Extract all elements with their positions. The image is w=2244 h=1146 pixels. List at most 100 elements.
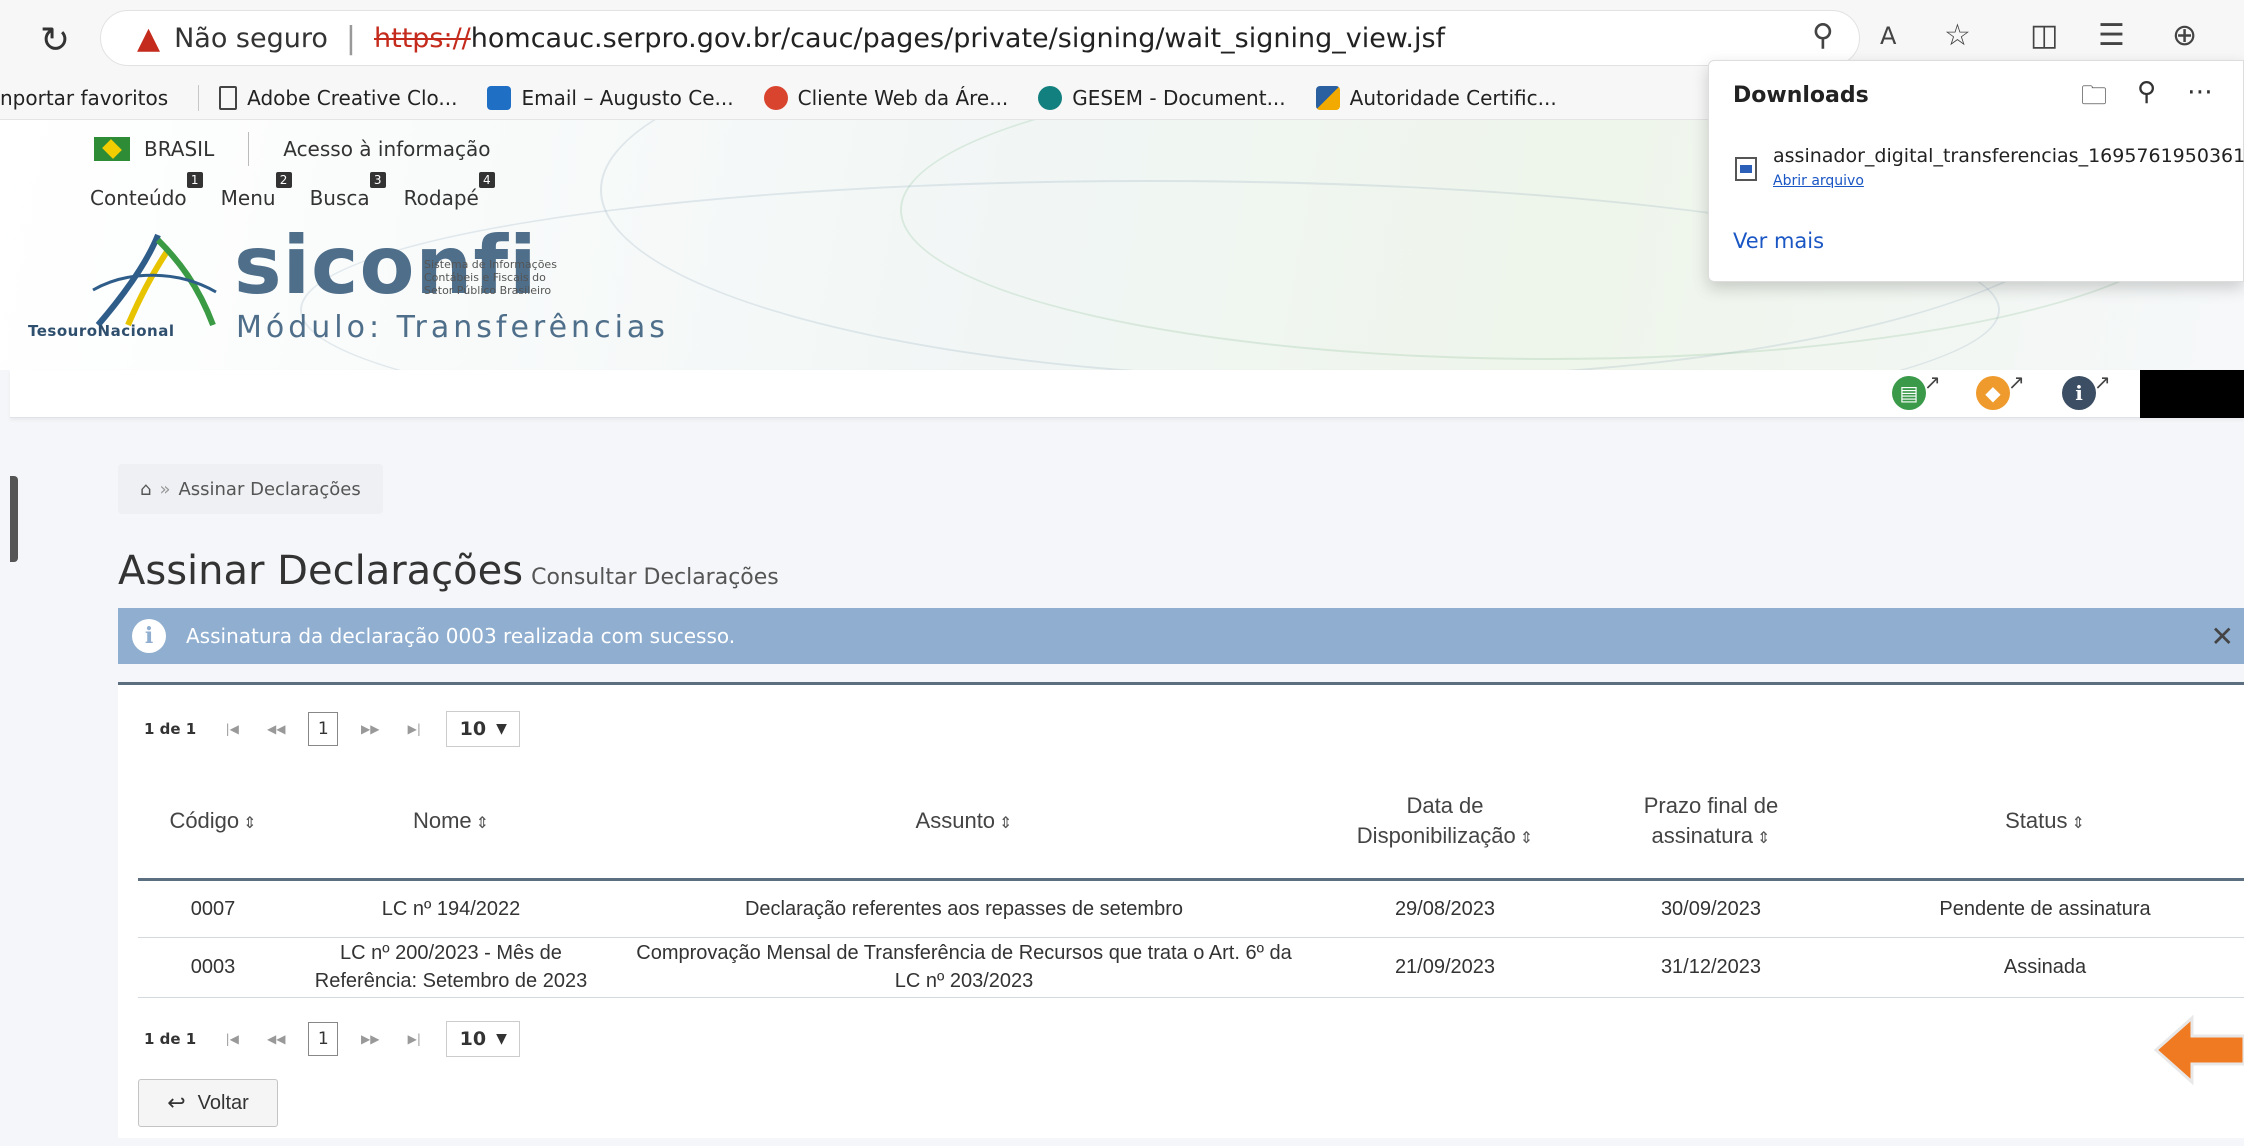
column-header-nome[interactable]: Nome ⇕ — [288, 767, 614, 881]
tesouro-nacional-label: TesouroNacional — [28, 322, 175, 340]
bookmark-autoridade[interactable]: Autoridade Certific... — [1315, 85, 1557, 110]
spreadsheet-link-icon[interactable]: ▤ — [1892, 376, 1926, 410]
url-separator: | — [345, 20, 356, 56]
bookmark-adobe[interactable]: Adobe Creative Clo... — [219, 85, 457, 110]
table-row[interactable]: 0007 LC nº 194/2022 Declaração referente… — [138, 879, 2244, 938]
bookmark-import-favorites[interactable]: nportar favoritos — [0, 86, 168, 110]
page-count: 1 de 1 — [144, 1030, 197, 1048]
bookmark-cliente-web[interactable]: Cliente Web da Áre... — [763, 85, 1008, 110]
info-icon: i — [132, 619, 166, 653]
collections-icon[interactable]: ⊕ — [2172, 18, 2197, 53]
side-menu-toggle[interactable] — [10, 476, 18, 562]
brazil-flag-icon — [94, 137, 130, 161]
cell-codigo: 0003 — [138, 937, 288, 998]
gem-link-icon[interactable]: ◆ — [1976, 376, 2010, 410]
search-icon[interactable]: ⚲ — [2137, 77, 2156, 107]
download-file-name[interactable]: assinador_digital_transferencias_1695761… — [1773, 145, 2244, 167]
sort-icon: ⇕ — [1519, 829, 1534, 847]
siconfi-subtitle: Sistema de Informações Contábeis e Fisca… — [424, 258, 557, 297]
reload-icon[interactable]: ↻ — [40, 20, 70, 61]
bookmark-separator — [198, 84, 200, 111]
column-header-data[interactable]: Data de Disponibilização ⇕ — [1314, 767, 1576, 881]
info-link-icon[interactable]: i — [2062, 376, 2096, 410]
sort-icon: ⇕ — [2071, 814, 2085, 832]
paginator-top: 1 de 1 |◀ ◀◀ 1 ▶▶ ▶| 10 ▼ — [144, 711, 521, 747]
module-title: Módulo: Transferências — [236, 310, 669, 345]
gov-separator — [248, 132, 250, 166]
first-page-icon[interactable]: |◀ — [214, 1024, 250, 1054]
access-link-menu[interactable]: Menu 2 — [221, 172, 292, 210]
read-aloud-icon[interactable]: A — [1880, 22, 1896, 50]
red-circle-icon — [763, 85, 788, 110]
open-file-link[interactable]: Abrir arquivo — [1773, 173, 1864, 189]
breadcrumb-current: Assinar Declarações — [178, 478, 361, 500]
cell-nome: LC nº 200/2023 - Mês de Referência: Sete… — [288, 937, 614, 998]
cell-status: Assinada — [1846, 937, 2244, 998]
accessibility-links: Conteúdo 1 Menu 2 Busca 3 Rodapé 4 — [90, 172, 513, 210]
site-nav-bar: ▤ ↗ ◆ ↗ i ↗ — [10, 370, 2244, 418]
highlight-arrow-icon — [2153, 1014, 2244, 1086]
table-header-row: Código ⇕ Nome ⇕ Assunto ⇕ Data de Disponibi… — [138, 767, 2244, 881]
url-field[interactable]: ▲ Não seguro | https:// homcauc.serpro.g… — [100, 10, 1860, 66]
current-page-button[interactable]: 1 — [308, 712, 339, 746]
paginator-bottom: 1 de 1 |◀ ◀◀ 1 ▶▶ ▶| 10 ▼ — [144, 1021, 521, 1057]
last-page-icon[interactable]: ▶| — [396, 1024, 432, 1054]
chevron-down-icon: ▼ — [496, 1031, 507, 1047]
redacted-area — [2140, 370, 2244, 418]
url-path: homcauc.serpro.gov.br/cauc/pages/private… — [470, 22, 1446, 54]
brasil-link[interactable]: BRASIL — [144, 137, 214, 161]
last-page-icon[interactable]: ▶| — [396, 714, 432, 744]
next-page-icon[interactable]: ▶▶ — [352, 714, 388, 744]
alert-message: Assinatura da declaração 0003 realizada … — [186, 624, 736, 648]
cell-nome: LC nº 194/2022 — [288, 879, 614, 938]
outlook-icon — [487, 85, 512, 110]
current-page-button[interactable]: 1 — [308, 1022, 339, 1056]
warning-icon: ▲ — [137, 20, 161, 56]
cell-prazo: 31/12/2023 — [1576, 937, 1846, 998]
prev-page-icon[interactable]: ◀◀ — [258, 714, 294, 744]
column-header-status[interactable]: Status ⇕ — [1846, 767, 2244, 881]
external-arrow-icon: ↗ — [2094, 370, 2111, 394]
see-more-link[interactable]: Ver mais — [1733, 229, 1824, 253]
column-header-codigo[interactable]: Código ⇕ — [138, 767, 288, 881]
home-icon[interactable]: ⌂ — [140, 479, 151, 500]
back-button[interactable]: ↩ Voltar — [138, 1079, 278, 1127]
folder-icon[interactable]: 🗀 — [2081, 77, 2107, 121]
close-icon[interactable]: ✕ — [2211, 620, 2234, 653]
cell-assunto: Comprovação Mensal de Transferência de R… — [614, 937, 1314, 998]
table-row[interactable]: 0003 LC nº 200/2023 - Mês de Referência:… — [138, 937, 2244, 998]
column-header-prazo[interactable]: Prazo final de assinatura ⇕ — [1576, 767, 1846, 881]
split-screen-icon[interactable]: ◫ — [2030, 18, 2058, 53]
page-subtitle: Consultar Declarações — [531, 565, 779, 590]
first-page-icon[interactable]: |◀ — [214, 714, 250, 744]
more-options-icon[interactable]: ⋯ — [2187, 77, 2213, 107]
downloads-title: Downloads — [1733, 83, 1869, 108]
zoom-icon[interactable]: ⚲ — [1812, 18, 1834, 53]
next-page-icon[interactable]: ▶▶ — [352, 1024, 388, 1054]
page-size-select[interactable]: 10 ▼ — [446, 711, 521, 747]
downloads-popup: Downloads 🗀 ⚲ ⋯ assinador_digital_transf… — [1708, 60, 2244, 282]
bookmark-gesem[interactable]: GESEM - Document... — [1038, 85, 1286, 110]
success-alert: i Assinatura da declaração 0003 realizad… — [118, 608, 2244, 664]
access-link-busca[interactable]: Busca 3 — [310, 172, 386, 210]
access-link-conteudo[interactable]: Conteúdo 1 — [90, 172, 203, 210]
bookmark-email[interactable]: Email – Augusto Ce... — [487, 85, 734, 110]
column-header-assunto[interactable]: Assunto ⇕ — [614, 767, 1314, 881]
breadcrumb-separator: » — [159, 478, 171, 500]
page-size-select[interactable]: 10 ▼ — [446, 1021, 521, 1057]
tesouro-logo-icon — [92, 233, 217, 327]
favorite-star-icon[interactable]: ☆ — [1944, 18, 1971, 53]
page-title: Assinar Declarações Consultar Declarações — [118, 548, 779, 594]
sort-icon: ⇕ — [475, 814, 490, 832]
prev-page-icon[interactable]: ◀◀ — [258, 1024, 294, 1054]
access-link-rodape[interactable]: Rodapé 4 — [404, 172, 495, 210]
return-arrow-icon: ↩ — [167, 1090, 186, 1115]
access-info-link[interactable]: Acesso à informação — [283, 137, 490, 161]
sort-icon: ⇕ — [1757, 829, 1771, 847]
cell-status: Pendente de assinatura — [1846, 879, 2244, 938]
cell-assunto: Declaração referentes aos repasses de se… — [614, 879, 1314, 938]
file-icon — [1735, 157, 1757, 181]
certificate-icon — [1315, 85, 1340, 110]
favorites-list-icon[interactable]: ☰ — [2098, 18, 2125, 53]
sort-icon: ⇕ — [999, 814, 1013, 832]
